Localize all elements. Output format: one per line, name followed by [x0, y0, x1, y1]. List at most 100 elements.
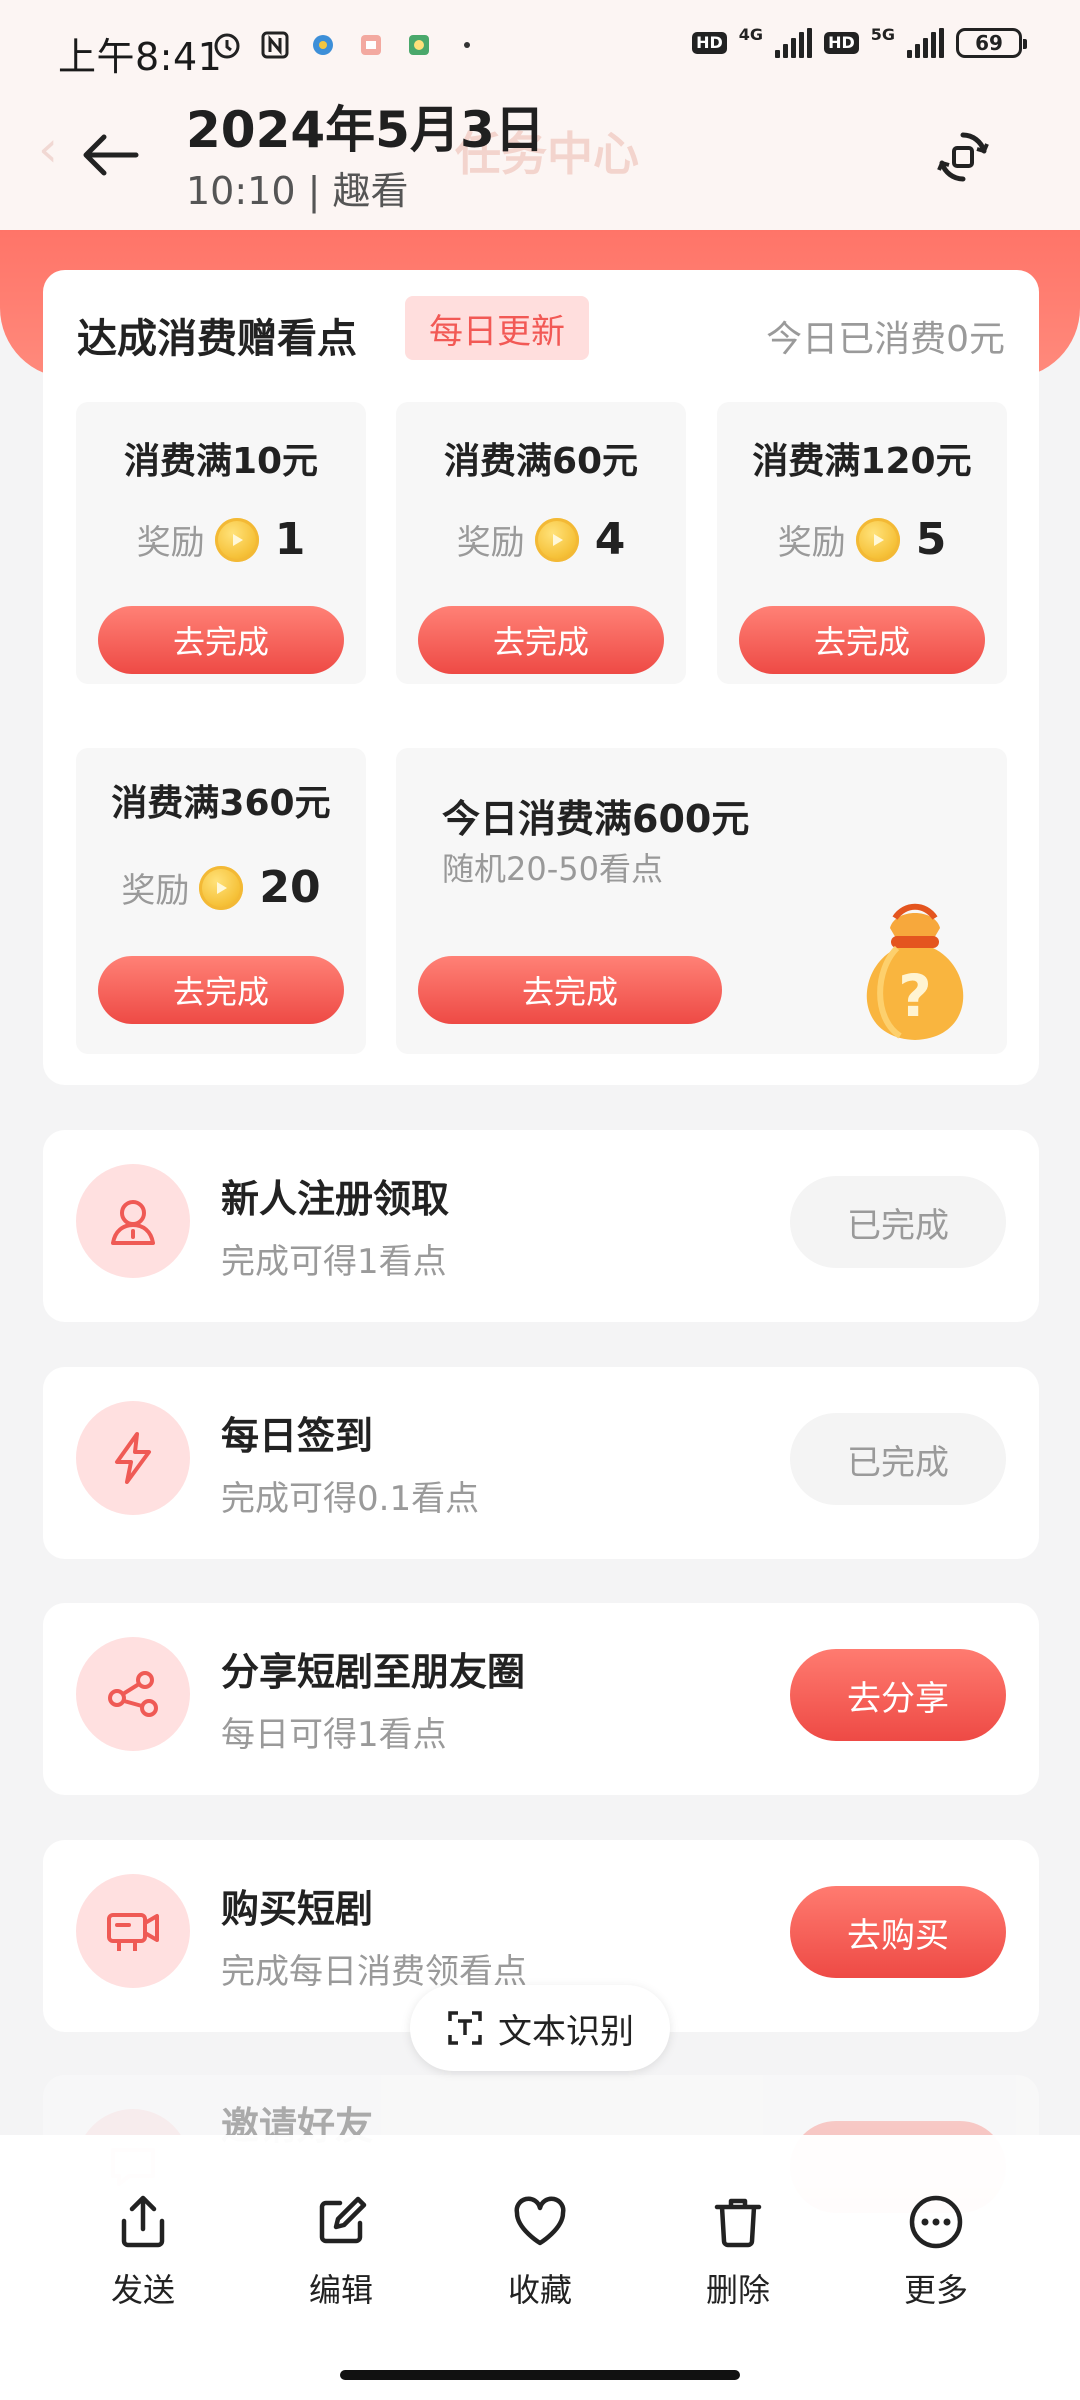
tier-card: 消费满360元 奖励 20 去完成: [76, 748, 366, 1054]
send-action[interactable]: 发送: [73, 2193, 213, 2311]
send-icon: [121, 2195, 165, 2248]
bottom-action-bar: 发送 编辑 收藏 删除 更多: [0, 2135, 1080, 2400]
network-label: 4G: [738, 24, 764, 44]
app-notification-icon: [404, 30, 434, 60]
user-icon: [76, 1164, 190, 1278]
more-action[interactable]: 更多: [866, 2193, 1006, 2311]
tier-reward: 奖励 4: [396, 514, 686, 565]
lightning-icon: [76, 1401, 190, 1515]
battery-icon: 69: [956, 28, 1027, 58]
app-notification-icon: [356, 30, 386, 60]
complete-button[interactable]: 去完成: [418, 956, 722, 1024]
alarm-icon: [212, 30, 242, 60]
text-recognition-button[interactable]: 文本识别: [410, 1985, 670, 2071]
reward-label: 奖励: [456, 523, 525, 563]
task-title: 每日签到: [221, 1414, 374, 1458]
mystery-tier-name: 今日消费满600元: [442, 797, 750, 841]
share-icon: [76, 1637, 190, 1751]
edit-action[interactable]: 编辑: [271, 2193, 411, 2311]
tier-name: 消费满360元: [111, 783, 331, 824]
card-title: 达成消费赠看点: [77, 316, 357, 362]
today-spent-text: 今日已消费0元: [766, 319, 1005, 360]
coin-icon: [199, 865, 244, 910]
favorite-action[interactable]: 收藏: [470, 2193, 610, 2311]
dot-icon: [452, 30, 482, 60]
consume-reward-card: 达成消费赠看点 每日更新 今日已消费0元 消费满10元 奖励 1 去完成 消费满…: [43, 270, 1039, 1085]
tier-reward: 奖励 1: [76, 514, 366, 565]
status-notification-icons: [212, 30, 482, 60]
network-label: 5G: [870, 24, 895, 44]
lucky-bag-icon: ?: [845, 898, 985, 1048]
tier-card: 消费满120元 奖励 5 去完成: [717, 402, 1007, 684]
more-icon: [909, 2195, 963, 2249]
rotate-button[interactable]: [918, 112, 1008, 202]
task-card-share: 分享短剧至朋友圈 每日可得1看点 去分享: [43, 1603, 1039, 1795]
status-right: HD 4G HD 5G 69: [692, 24, 1027, 58]
completed-button[interactable]: 已完成: [790, 1413, 1006, 1505]
mystery-tier-card: 今日消费满600元 随机20-50看点 去完成 ?: [396, 748, 1007, 1054]
action-label: 删除: [705, 2271, 770, 2309]
app-notification-icon: [308, 30, 338, 60]
arrow-left-icon: [83, 134, 139, 176]
header-date: 2024年5月3日: [186, 101, 545, 159]
back-button[interactable]: [70, 115, 150, 195]
tier-card: 消费满10元 奖励 1 去完成: [76, 402, 366, 684]
coin-icon: [214, 517, 259, 562]
header: ‹ 任务中心 2024年5月3日 10:10 | 趣看: [0, 90, 1080, 230]
reward-label: 奖励: [121, 871, 190, 911]
hd-badge: HD: [824, 32, 859, 54]
reward-value: 5: [915, 514, 947, 565]
action-label: 发送: [110, 2271, 175, 2309]
svg-text:?: ?: [898, 962, 932, 1030]
reward-value: 20: [259, 862, 321, 913]
header-subtitle: 10:10 | 趣看: [186, 169, 409, 213]
edit-icon: [319, 2196, 367, 2244]
complete-button[interactable]: 去完成: [418, 606, 664, 674]
text-recognition-label: 文本识别: [498, 2011, 634, 2052]
complete-button[interactable]: 去完成: [98, 956, 344, 1024]
completed-button[interactable]: 已完成: [790, 1176, 1006, 1268]
task-title: 新人注册领取: [221, 1177, 450, 1221]
task-card-checkin: 每日签到 完成可得0.1看点 已完成: [43, 1367, 1039, 1559]
status-bar: 上午8:41 HD 4G HD 5G 69: [0, 0, 1080, 90]
coin-icon: [855, 517, 900, 562]
task-title: 购买短剧: [221, 1887, 374, 1931]
reward-label: 奖励: [777, 523, 846, 563]
hd-badge: HD: [692, 32, 727, 54]
buy-button[interactable]: 去购买: [790, 1886, 1006, 1978]
complete-button[interactable]: 去完成: [739, 606, 985, 674]
tier-name: 消费满10元: [123, 441, 319, 482]
task-desc: 每日可得1看点: [221, 1715, 447, 1755]
tier-name: 消费满60元: [443, 441, 639, 482]
tier-name: 消费满120元: [752, 441, 972, 482]
action-label: 编辑: [308, 2271, 373, 2309]
coin-icon: [534, 517, 579, 562]
mystery-tier-desc: 随机20-50看点: [442, 850, 663, 888]
signal-icon: [775, 28, 813, 58]
share-button[interactable]: 去分享: [790, 1649, 1006, 1741]
scan-text-icon: [448, 2011, 482, 2045]
tier-reward: 奖励 20: [76, 862, 366, 913]
rotate-icon: [937, 132, 989, 182]
task-card-register: 新人注册领取 完成可得1看点 已完成: [43, 1130, 1039, 1322]
ghost-back-icon: ‹: [38, 120, 58, 178]
tier-reward: 奖励 5: [717, 514, 1007, 565]
reward-value: 1: [274, 514, 306, 565]
home-indicator[interactable]: [340, 2370, 740, 2380]
status-time: 上午8:41: [58, 35, 223, 79]
task-desc: 完成可得1看点: [221, 1242, 447, 1282]
nfc-icon: [260, 30, 290, 60]
reward-value: 4: [594, 514, 626, 565]
complete-button[interactable]: 去完成: [98, 606, 344, 674]
trash-icon: [714, 2198, 762, 2248]
task-title: 分享短剧至朋友圈: [221, 1650, 526, 1694]
video-camera-icon: [76, 1874, 190, 1988]
heart-icon: [514, 2196, 566, 2246]
action-label: 更多: [903, 2271, 968, 2309]
reward-label: 奖励: [136, 523, 205, 563]
signal-icon: [907, 28, 944, 58]
action-label: 收藏: [507, 2271, 572, 2309]
tier-card: 消费满60元 奖励 4 去完成: [396, 402, 686, 684]
daily-update-badge: 每日更新: [405, 296, 589, 360]
delete-action[interactable]: 删除: [668, 2193, 808, 2311]
